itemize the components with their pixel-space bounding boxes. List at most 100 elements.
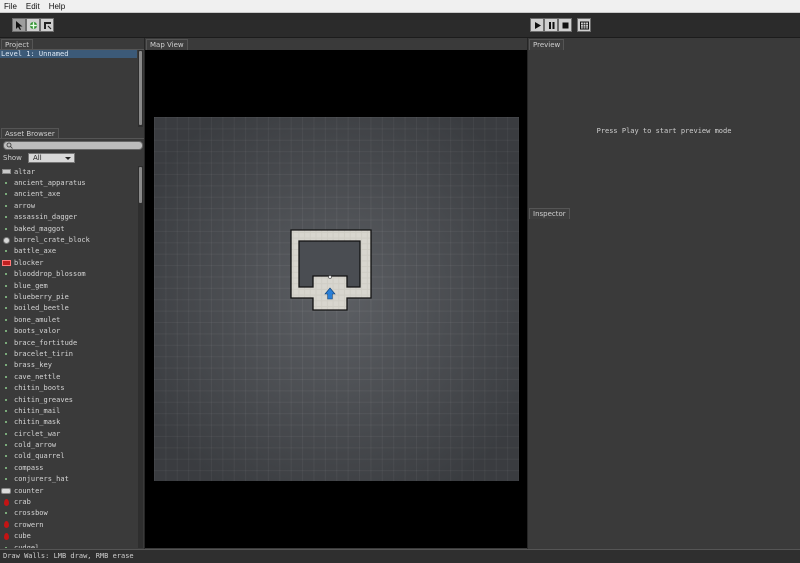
dungeon-walls <box>290 229 372 311</box>
asset-item[interactable]: cave_nettle <box>0 371 138 382</box>
pause-icon <box>548 21 554 29</box>
preview-panel: Press Play to start preview mode <box>528 50 800 207</box>
dot-icon <box>0 360 12 370</box>
menu-help[interactable]: Help <box>49 2 65 11</box>
asset-item[interactable]: blocker <box>0 257 138 268</box>
asset-item[interactable]: brace_fortitude <box>0 337 138 348</box>
project-level-item[interactable]: Level 1: Unnamed <box>0 50 137 58</box>
asset-item-label: chitin_boots <box>14 384 65 393</box>
play-button[interactable] <box>530 18 544 32</box>
asset-item-label: chitin_mask <box>14 418 61 427</box>
project-scroll-thumb[interactable] <box>139 51 142 125</box>
asset-item[interactable]: circlet_war <box>0 428 138 439</box>
asset-item-label: brace_fortitude <box>14 338 78 347</box>
asset-item[interactable]: cold_quarrel <box>0 451 138 462</box>
asset-item[interactable]: chitin_mail <box>0 405 138 416</box>
dot-icon <box>0 281 12 291</box>
asset-item-label: cudgel <box>14 543 40 548</box>
draw-walls-tool-button[interactable] <box>40 18 54 32</box>
drop-icon <box>0 497 12 507</box>
asset-item[interactable]: chitin_greaves <box>0 394 138 405</box>
asset-item-label: compass <box>14 463 44 472</box>
asset-item[interactable]: barrel_crate_block <box>0 234 138 245</box>
show-filter-select[interactable]: All <box>28 153 75 163</box>
asset-item-label: cave_nettle <box>14 372 61 381</box>
dot-icon <box>0 315 12 325</box>
chevron-down-icon <box>65 157 71 160</box>
asset-item[interactable]: compass <box>0 462 138 473</box>
asset-item-label: blueberry_pie <box>14 292 69 301</box>
dot-icon <box>0 508 12 518</box>
asset-item-label: ancient_apparatus <box>14 179 86 188</box>
asset-item[interactable]: baked_maggot <box>0 223 138 234</box>
asset-item[interactable]: altar <box>0 166 138 177</box>
asset-item-label: bracelet_tirin <box>14 349 74 358</box>
tab-preview[interactable]: Preview <box>529 39 565 50</box>
asset-item[interactable]: boiled_beetle <box>0 303 138 314</box>
dot-icon <box>0 178 12 188</box>
asset-item[interactable]: cold_arrow <box>0 439 138 450</box>
dot-icon <box>0 383 12 393</box>
stop-button[interactable] <box>558 18 572 32</box>
dot-icon <box>0 269 12 279</box>
asset-item-label: ancient_axe <box>14 190 61 199</box>
asset-item[interactable]: bracelet_tirin <box>0 348 138 359</box>
dot-icon <box>0 212 12 222</box>
asset-item[interactable]: chitin_mask <box>0 417 138 428</box>
asset-item[interactable]: bone_amulet <box>0 314 138 325</box>
asset-item-label: boiled_beetle <box>14 304 69 313</box>
asset-item[interactable]: conjurers_hat <box>0 474 138 485</box>
dot-icon <box>0 224 12 234</box>
asset-item-label: chitin_mail <box>14 406 61 415</box>
asset-list: altar ancient_apparatus ancient_axe arrow as… <box>0 166 138 548</box>
menu-edit[interactable]: Edit <box>26 2 40 11</box>
export-grid-icon <box>579 21 589 29</box>
dot-icon <box>0 292 12 302</box>
pause-button[interactable] <box>544 18 558 32</box>
asset-item[interactable]: assassin_dagger <box>0 212 138 223</box>
asset-item[interactable]: chitin_boots <box>0 382 138 393</box>
asset-item[interactable]: counter <box>0 485 138 496</box>
asset-item[interactable]: ancient_apparatus <box>0 177 138 188</box>
drop-icon <box>0 531 12 541</box>
tab-map-view[interactable]: Map View <box>146 39 188 50</box>
select-tool-button[interactable] <box>12 18 26 32</box>
show-filter-label: Show <box>3 154 22 162</box>
asset-item-label: conjurers_hat <box>14 475 69 484</box>
asset-item[interactable]: blooddrop_blossom <box>0 269 138 280</box>
asset-item-label: cube <box>14 532 31 541</box>
menu-file[interactable]: File <box>4 2 17 11</box>
asset-item[interactable]: crossbow <box>0 508 138 519</box>
asset-scrollbar[interactable] <box>138 166 143 548</box>
asset-item[interactable]: brass_key <box>0 360 138 371</box>
dot-icon <box>0 349 12 359</box>
export-button[interactable] <box>577 18 591 32</box>
dot-icon <box>0 451 12 461</box>
asset-search-input[interactable] <box>3 141 143 150</box>
add-tool-button[interactable] <box>26 18 40 32</box>
asset-item[interactable]: cube <box>0 531 138 542</box>
project-scrollbar[interactable] <box>138 50 143 127</box>
asset-item[interactable]: ancient_axe <box>0 189 138 200</box>
toolbar <box>0 13 800 38</box>
asset-item[interactable]: boots_valor <box>0 325 138 336</box>
asset-item[interactable]: blue_gem <box>0 280 138 291</box>
asset-scroll-thumb[interactable] <box>139 167 142 203</box>
project-panel: Level 1: Unnamed <box>0 49 144 127</box>
door-marker <box>328 275 332 279</box>
asset-item[interactable]: crowern <box>0 519 138 530</box>
wall-draw-icon <box>43 21 51 29</box>
asset-item[interactable]: blueberry_pie <box>0 291 138 302</box>
asset-item-label: blocker <box>14 258 44 267</box>
asset-item[interactable]: crab <box>0 496 138 507</box>
asset-item-label: cold_quarrel <box>14 452 65 461</box>
map-view-canvas[interactable] <box>145 50 527 548</box>
counter-icon <box>0 486 12 496</box>
status-bar: Draw Walls: LMB draw, RMB erase <box>0 549 800 563</box>
asset-item[interactable]: arrow <box>0 200 138 211</box>
dot-icon <box>0 395 12 405</box>
asset-item[interactable]: cudgel <box>0 542 138 548</box>
asset-item[interactable]: battle_axe <box>0 246 138 257</box>
tab-inspector[interactable]: Inspector <box>529 208 570 219</box>
dot-icon <box>0 326 12 336</box>
